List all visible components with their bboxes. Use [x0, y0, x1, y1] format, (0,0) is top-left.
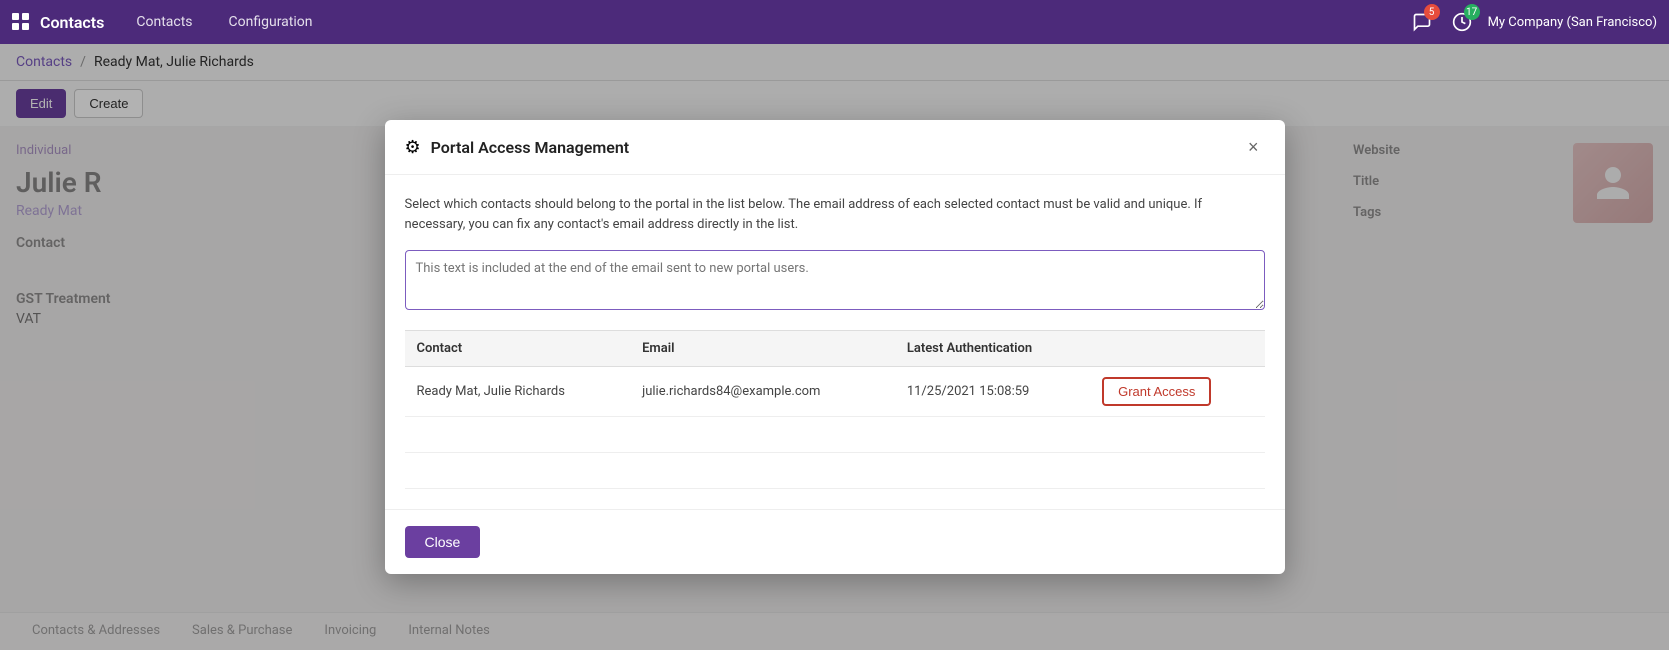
grant-access-button[interactable]: Grant Access — [1102, 377, 1211, 406]
contact-auth: 11/25/2021 15:08:59 — [895, 367, 1090, 417]
contact-table: Contact Email Latest Authentication Read… — [405, 330, 1265, 489]
app-name: Contacts — [40, 13, 104, 32]
nav-contacts[interactable]: Contacts — [128, 10, 200, 34]
company-name: My Company (San Francisco) — [1488, 15, 1657, 30]
page-background: Contacts / Ready Mat, Julie Richards Edi… — [0, 44, 1669, 650]
contact-email: julie.richards84@example.com — [630, 367, 895, 417]
modal-footer: Close — [385, 509, 1285, 574]
col-email: Email — [630, 331, 895, 367]
modal-overlay: ⚙ Portal Access Management × Select whic… — [0, 44, 1669, 650]
modal-header: ⚙ Portal Access Management × — [385, 120, 1285, 175]
contact-name: Ready Mat, Julie Richards — [405, 367, 631, 417]
grant-access-cell: Grant Access — [1090, 367, 1264, 417]
modal-portal-access: ⚙ Portal Access Management × Select whic… — [385, 120, 1285, 574]
col-auth: Latest Authentication — [895, 331, 1090, 367]
modal-title: Portal Access Management — [431, 138, 1242, 157]
col-contact: Contact — [405, 331, 631, 367]
empty-row-2 — [405, 453, 1265, 489]
email-message-textarea[interactable] — [405, 250, 1265, 310]
modal-close-button[interactable]: × — [1242, 136, 1265, 158]
close-modal-button[interactable]: Close — [405, 526, 481, 558]
activities-icon-btn[interactable]: 17 — [1448, 8, 1476, 36]
table-row: Ready Mat, Julie Richards julie.richards… — [405, 367, 1265, 417]
portal-icon: ⚙ — [405, 137, 421, 158]
empty-row-1 — [405, 417, 1265, 453]
nav-configuration[interactable]: Configuration — [221, 10, 321, 34]
navbar-right: 5 17 My Company (San Francisco) — [1408, 8, 1657, 36]
modal-body: Select which contacts should belong to t… — [385, 175, 1285, 509]
activities-badge: 17 — [1464, 4, 1480, 20]
navbar-menu: Contacts Configuration — [128, 10, 320, 34]
messages-icon-btn[interactable]: 5 — [1408, 8, 1436, 36]
messages-badge: 5 — [1424, 4, 1440, 20]
grid-icon[interactable] — [12, 13, 30, 31]
navbar: Contacts Contacts Configuration 5 17 My … — [0, 0, 1669, 44]
modal-description: Select which contacts should belong to t… — [405, 195, 1265, 234]
col-action — [1090, 331, 1264, 367]
